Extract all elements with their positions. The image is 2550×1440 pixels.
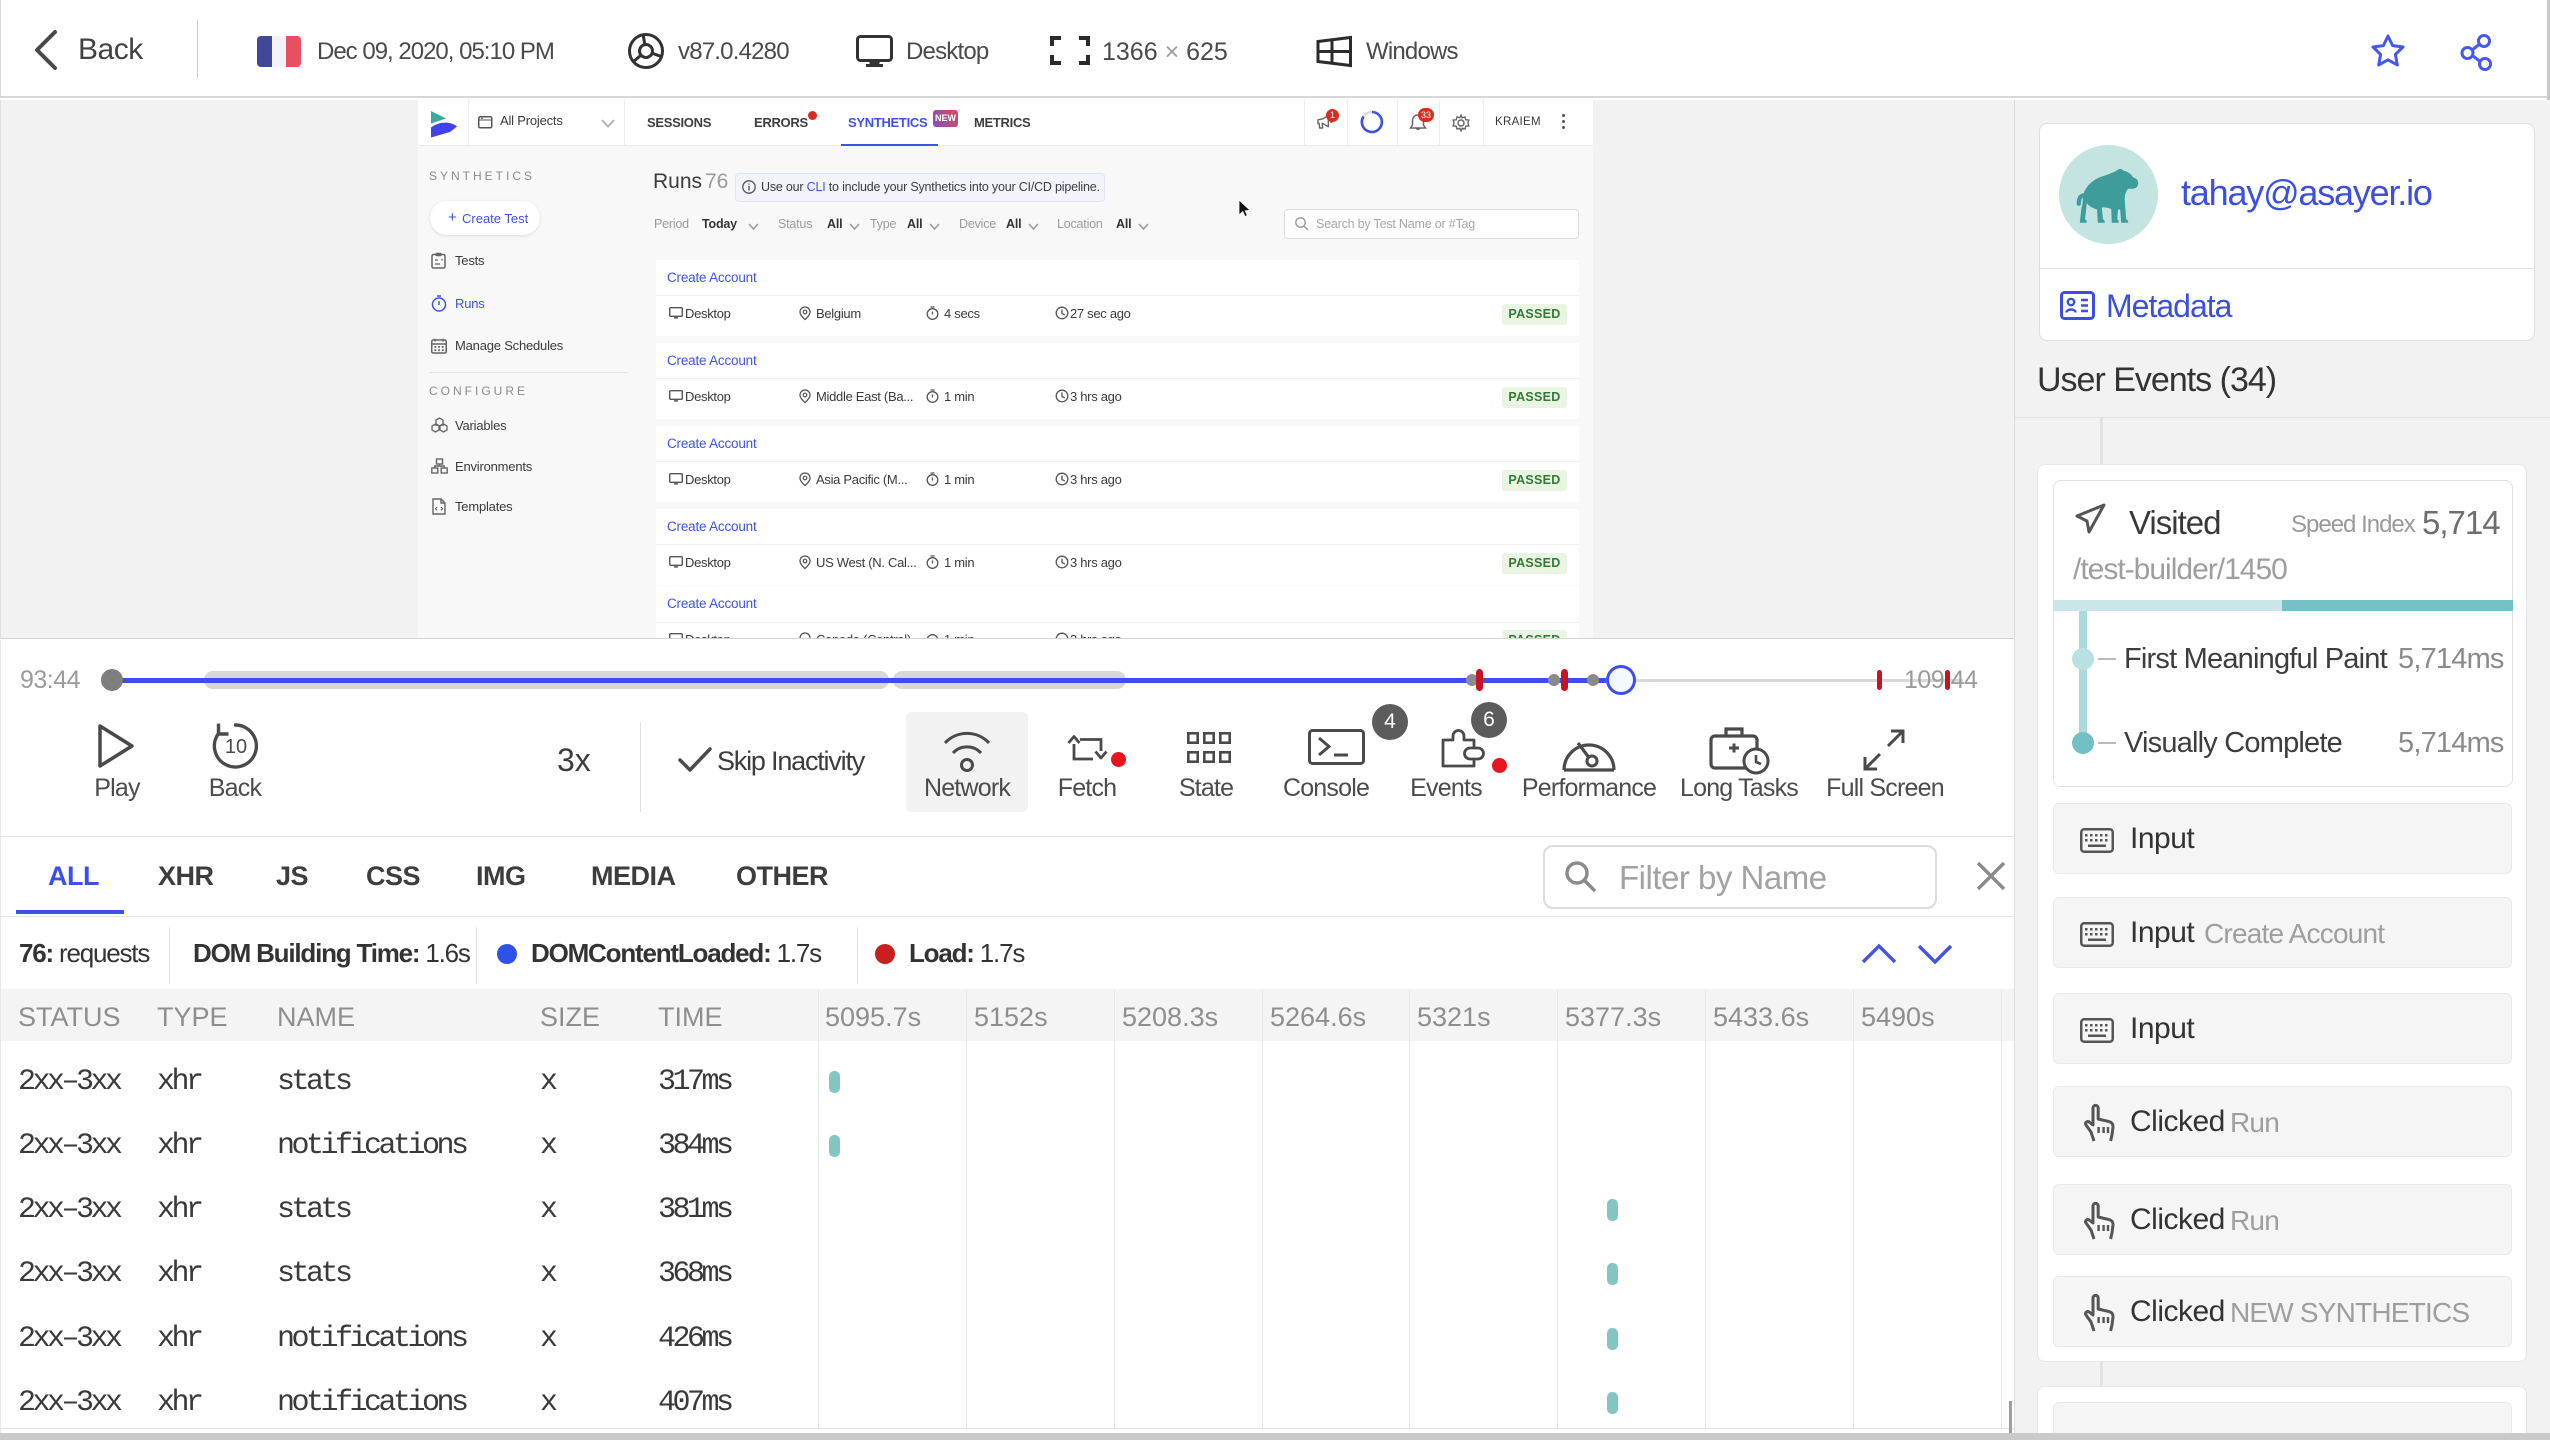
svg-text:10: 10 [225,736,247,758]
